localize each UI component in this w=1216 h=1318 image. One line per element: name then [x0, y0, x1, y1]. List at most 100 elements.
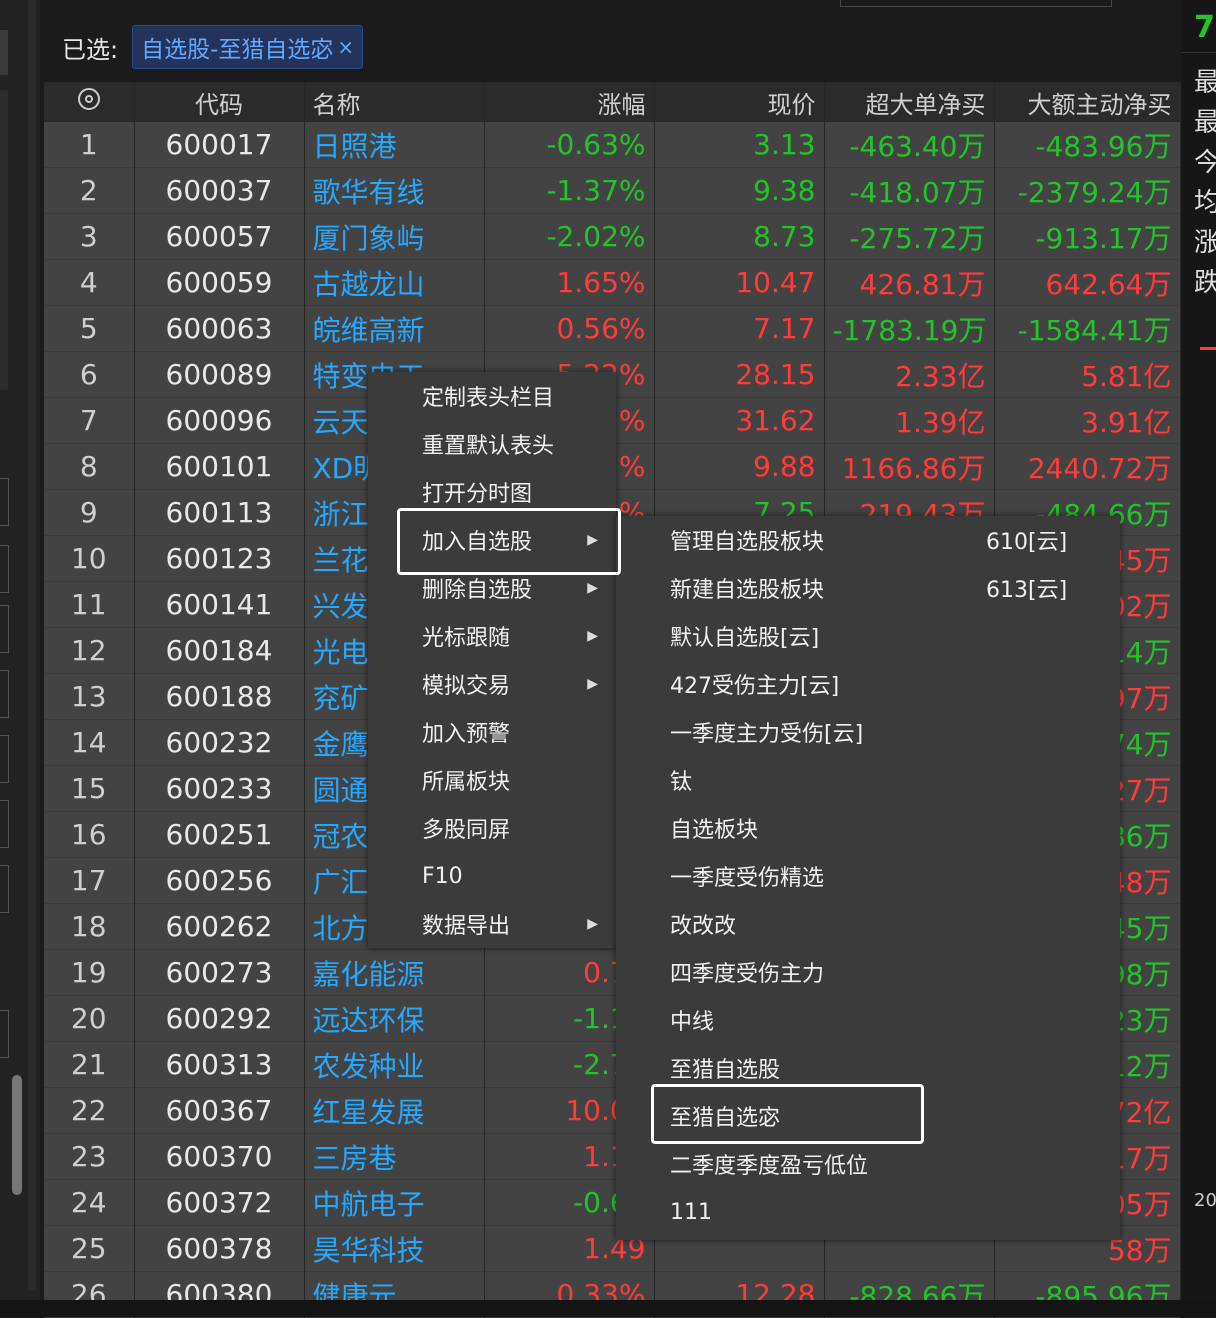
submenu-item[interactable]: 中线 [616, 996, 1120, 1044]
right-panel-label: 最 [1194, 108, 1216, 138]
row-index: 22 [44, 1087, 135, 1134]
price-marker [1200, 347, 1216, 350]
stock-code: 600273 [134, 949, 305, 996]
stock-name[interactable]: 嘉化能源 [304, 949, 485, 996]
stock-name[interactable]: 中航电子 [304, 1179, 485, 1226]
row-index: 2 [44, 167, 135, 214]
context-menu-item[interactable]: 多股同屏 [368, 804, 616, 852]
stock-name[interactable]: 皖维高新 [304, 305, 485, 352]
row-index: 17 [44, 857, 135, 904]
table-row[interactable]: 5 600063 皖维高新 0.56% 7.17 -1783.19万 -1584.41万 [44, 305, 1181, 352]
column-header[interactable]: 涨幅 [484, 82, 655, 122]
change-pct: 1.65% [484, 259, 655, 306]
settings-icon[interactable] [77, 88, 100, 110]
left-strip [0, 90, 8, 390]
submenu-item[interactable]: 至猎自选宓 [616, 1092, 1120, 1140]
stock-name[interactable]: 日照港 [304, 122, 485, 168]
left-box [0, 865, 9, 913]
submenu-item-label: 二季度季度盈亏低位 [670, 1154, 869, 1179]
submenu-item[interactable]: 一季度主力受伤[云] [616, 708, 1120, 756]
chevron-right-icon: ▶ [587, 676, 598, 692]
chevron-right-icon: ▶ [587, 916, 598, 932]
table-row[interactable]: 2 600037 歌华有线 -1.37% 9.38 -418.07万 -2379.24万 [44, 167, 1181, 214]
filter-chip[interactable]: 自选股-至猎自选宓 × [132, 25, 364, 69]
price: 9.88 [654, 443, 825, 490]
row-index: 25 [44, 1225, 135, 1272]
stock-code: 600037 [134, 167, 305, 214]
stock-name[interactable]: 古越龙山 [304, 259, 485, 306]
stock-code: 600370 [134, 1133, 305, 1180]
context-menu-item[interactable]: 定制表头栏目 [368, 372, 616, 420]
menu-item-label: 模拟交易 [422, 674, 511, 699]
context-menu-item[interactable]: 数据导出 ▶ [368, 900, 616, 948]
large-active-net-buy: -2379.24万 [994, 167, 1181, 214]
context-menu-item[interactable]: 加入自选股 ▶ [368, 516, 616, 564]
submenu-item[interactable]: 自选板块 [616, 804, 1120, 852]
row-index: 13 [44, 673, 135, 720]
submenu-item-label: 111 [670, 1199, 712, 1225]
large-active-net-buy: -913.17万 [994, 213, 1181, 260]
submenu-item[interactable]: 一季度受伤精选 [616, 852, 1120, 900]
submenu-item[interactable]: 二季度季度盈亏低位 [616, 1140, 1120, 1188]
column-header[interactable]: 名称 [304, 82, 485, 122]
table-row[interactable]: 3 600057 厦门象屿 -2.02% 8.73 -275.72万 -913.17万 [44, 213, 1181, 260]
submenu-item[interactable]: 新建自选股板块 613[云] [616, 564, 1120, 612]
table-row[interactable]: 1 600017 日照港 -0.63% 3.13 -463.40万 -483.96万 [44, 122, 1181, 168]
context-menu-item[interactable]: F10 [368, 852, 616, 900]
submenu-item-count: 613[云] [986, 578, 1068, 603]
submenu-item[interactable]: 四季度受伤主力 [616, 948, 1120, 996]
stock-name[interactable]: 远达环保 [304, 995, 485, 1042]
column-settings[interactable] [44, 82, 135, 122]
submenu-item[interactable]: 至猎自选股 [616, 1044, 1120, 1092]
left-scrollbar[interactable] [12, 1075, 22, 1195]
menu-item-label: 加入预警 [422, 722, 511, 747]
row-index: 1 [44, 122, 135, 168]
menu-item-label: 加入自选股 [422, 530, 533, 555]
context-menu-item[interactable]: 所属板块 [368, 756, 616, 804]
column-header[interactable]: 代码 [134, 82, 305, 122]
row-index: 4 [44, 259, 135, 306]
context-menu-item[interactable]: 光标跟随 ▶ [368, 612, 616, 660]
table-row[interactable]: 4 600059 古越龙山 1.65% 10.47 426.81万 642.64万 [44, 259, 1181, 306]
submenu-item[interactable]: 427受伤主力[云] [616, 660, 1120, 708]
stock-code: 600232 [134, 719, 305, 766]
stock-name[interactable]: 歌华有线 [304, 167, 485, 214]
stock-name[interactable]: 三房巷 [304, 1133, 485, 1180]
menu-item-label: 数据导出 [422, 914, 511, 939]
column-header[interactable]: 现价 [654, 82, 825, 122]
large-active-net-buy: 3.91亿 [994, 397, 1181, 444]
menu-item-label: 打开分时图 [422, 482, 533, 507]
news-ticker[interactable]: ... [0, 1300, 1216, 1317]
context-menu-item[interactable]: 重置默认表头 [368, 420, 616, 468]
stock-code: 600313 [134, 1041, 305, 1088]
stock-code: 600057 [134, 213, 305, 260]
context-menu-item[interactable]: 打开分时图 [368, 468, 616, 516]
left-divider [28, 0, 36, 1290]
stock-name[interactable]: 农发种业 [304, 1041, 485, 1088]
stock-name[interactable]: 厦门象屿 [304, 213, 485, 260]
context-menu-item[interactable]: 加入预警 [368, 708, 616, 756]
stock-code: 600063 [134, 305, 305, 352]
right-panel-label: 涨 [1194, 228, 1216, 258]
filter-bar: 已选: 自选股-至猎自选宓 × [44, 20, 364, 74]
left-box [0, 670, 9, 718]
stock-name[interactable]: 红星发展 [304, 1087, 485, 1134]
row-index: 3 [44, 213, 135, 260]
column-header[interactable]: 大额主动净买 [994, 82, 1181, 122]
submenu-item[interactable]: 改改改 [616, 900, 1120, 948]
change-pct: -1.37% [484, 167, 655, 214]
submenu-item[interactable]: 111 [616, 1188, 1120, 1236]
submenu-item[interactable]: 钛 [616, 756, 1120, 804]
column-header[interactable]: 超大单净买 [824, 82, 995, 122]
stock-name[interactable]: 昊华科技 [304, 1225, 485, 1272]
left-box [0, 800, 9, 848]
stock-code: 600059 [134, 259, 305, 306]
close-icon[interactable]: × [337, 35, 354, 59]
submenu-item-label: 一季度主力受伤[云] [670, 722, 864, 747]
context-menu-item[interactable]: 删除自选股 ▶ [368, 564, 616, 612]
menu-item-label: 重置默认表头 [422, 434, 555, 459]
context-menu-item[interactable]: 模拟交易 ▶ [368, 660, 616, 708]
submenu-item[interactable]: 默认自选股[云] [616, 612, 1120, 660]
submenu-item[interactable]: 管理自选股板块 610[云] [616, 516, 1120, 564]
row-index: 14 [44, 719, 135, 766]
